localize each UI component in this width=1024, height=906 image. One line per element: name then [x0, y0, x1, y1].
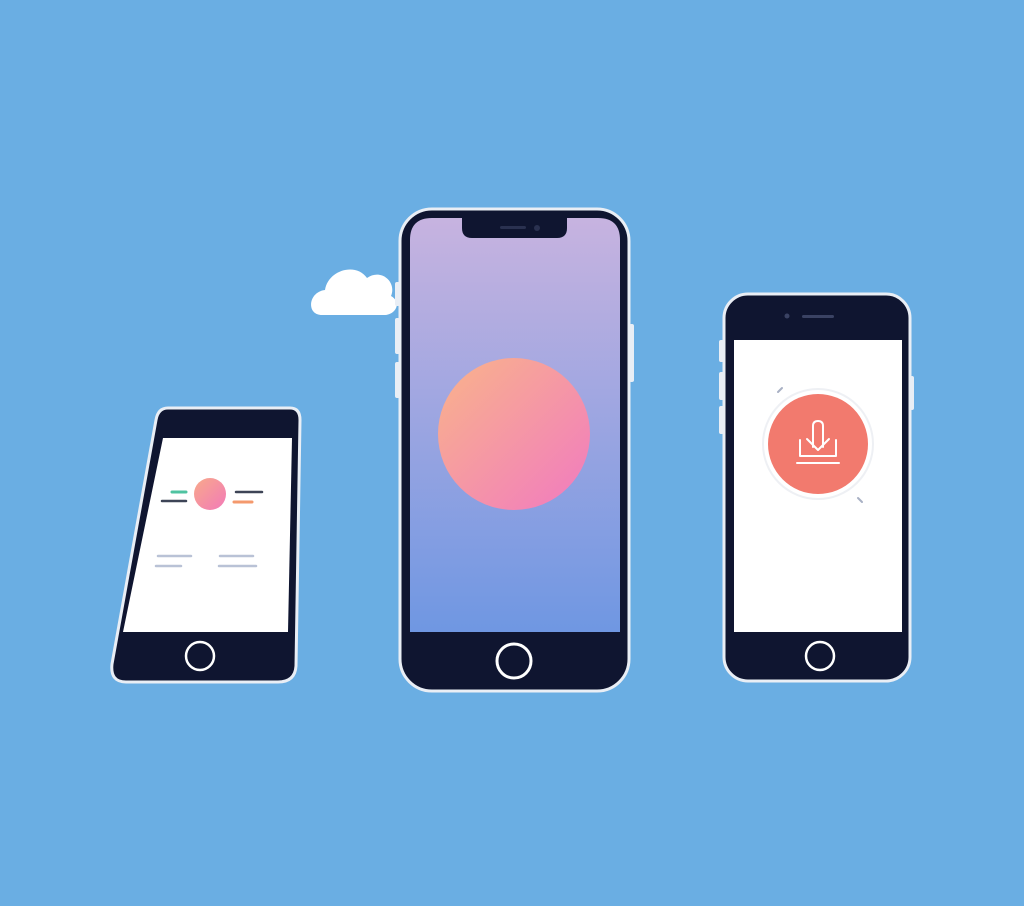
left-orb	[194, 478, 226, 510]
illustration-scene	[0, 0, 1024, 906]
phones-illustration	[110, 207, 914, 693]
right-phone-speaker	[802, 315, 834, 318]
download-badge[interactable]	[768, 394, 868, 494]
center-phone-speaker	[500, 226, 526, 229]
center-gradient-orb	[438, 358, 590, 510]
right-phone-camera	[784, 313, 790, 319]
left-phone	[110, 406, 302, 684]
right-phone	[719, 292, 914, 683]
cloud-icon	[311, 269, 397, 315]
center-phone	[395, 207, 634, 693]
center-phone-camera	[534, 225, 540, 231]
